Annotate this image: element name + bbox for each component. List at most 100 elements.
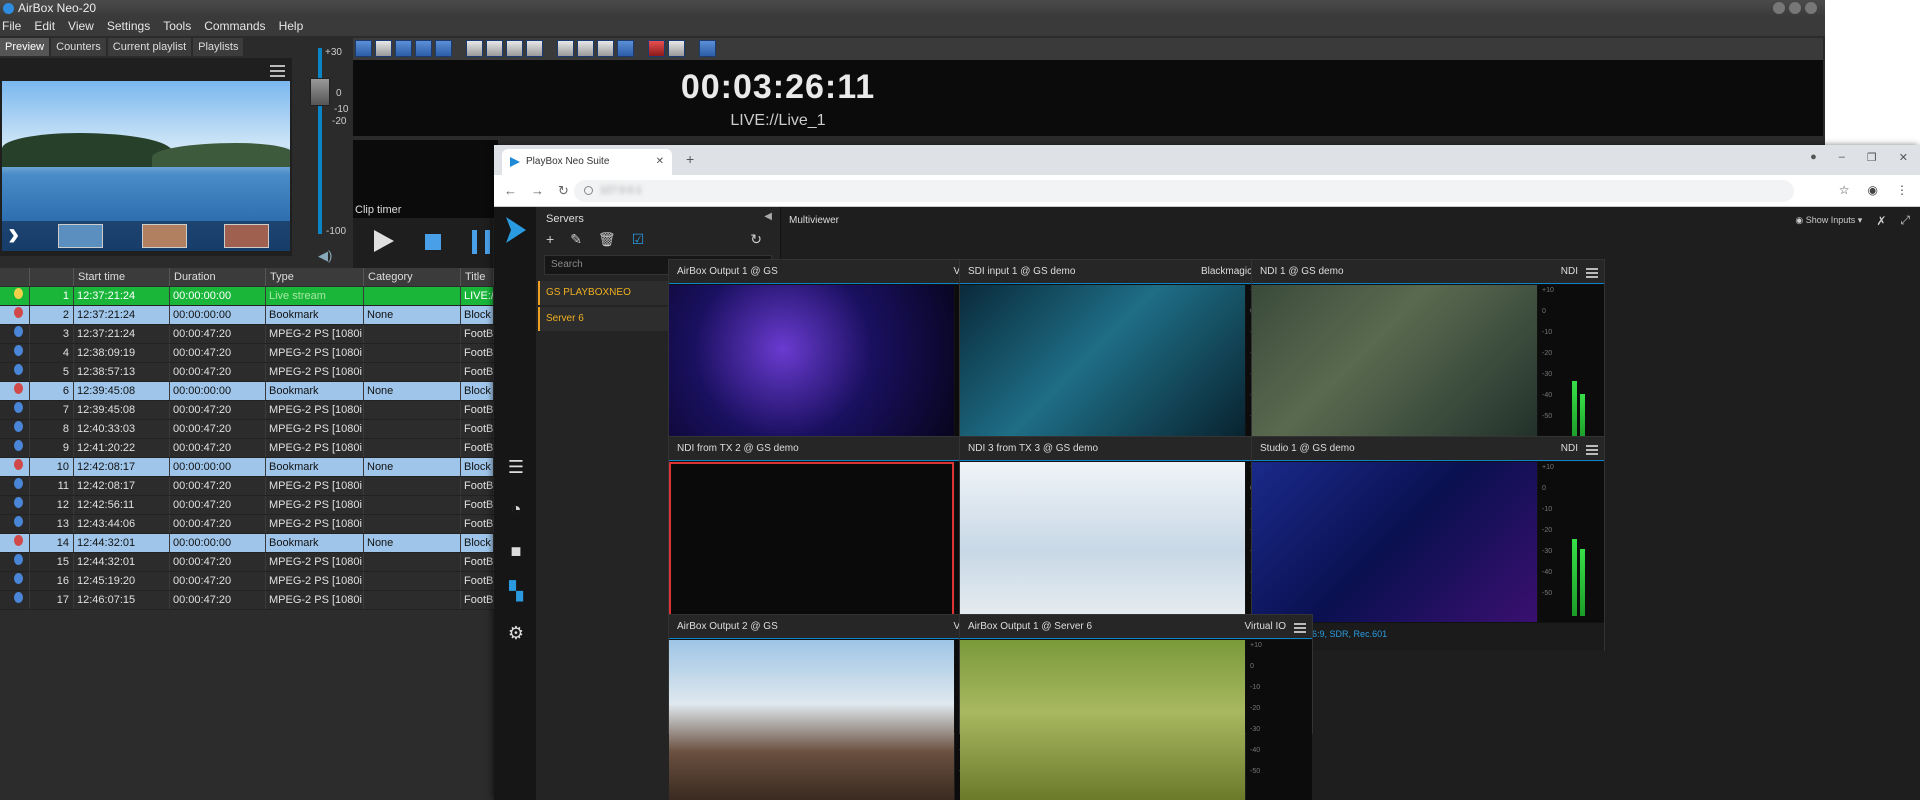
table-row[interactable]: 7 12:39:45:08 00:00:47:20 MPEG-2 PS [1080i F… (0, 401, 494, 420)
page-icon[interactable] (526, 40, 543, 57)
close-icon[interactable]: ✕ (1899, 151, 1908, 164)
add-server-icon[interactable]: + (546, 231, 554, 248)
append-icon[interactable] (577, 40, 594, 57)
settings-gear-icon[interactable]: ⚙ (505, 623, 527, 645)
bookmark-star-icon[interactable]: ☆ (1839, 183, 1850, 197)
tab-playlists[interactable]: Playlists (193, 38, 244, 56)
mute-alerts-icon[interactable]: ✗ (1876, 214, 1886, 228)
table-row[interactable]: 14 12:44:32:01 00:00:00:00 Bookmark None Bloc… (0, 534, 494, 553)
thumbnail[interactable] (58, 224, 103, 248)
fullscreen-icon[interactable]: ⤢ (1900, 213, 1910, 228)
column-header-start-time[interactable]: Start time (74, 268, 170, 286)
column-header[interactable] (0, 268, 30, 286)
forward-icon[interactable]: → (531, 183, 544, 199)
table-row[interactable]: 8 12:40:33:03 00:00:47:20 MPEG-2 PS [1080i F… (0, 420, 494, 439)
table-row[interactable]: 1 12:37:21:24 00:00:00:00 Live stream LIVE:/… (0, 287, 494, 306)
save-as-icon[interactable] (415, 40, 432, 57)
refresh-icon[interactable]: ↻ (750, 231, 762, 248)
open-icon[interactable] (375, 40, 392, 57)
back-icon[interactable]: ← (504, 183, 517, 199)
table-row[interactable]: 3 12:37:21:24 00:00:47:20 MPEG-2 PS [1080i F… (0, 325, 494, 344)
table-row[interactable]: 9 12:41:20:22 00:00:47:20 MPEG-2 PS [1080i F… (0, 439, 494, 458)
delete-server-icon[interactable]: 🗑 (598, 231, 616, 248)
account-icon[interactable]: ● (1810, 151, 1817, 164)
close-tab-icon[interactable]: ✕ (656, 149, 664, 175)
details-view-icon[interactable] (486, 40, 503, 57)
save-icon[interactable] (395, 40, 412, 57)
edit-server-icon[interactable]: ✎ (570, 231, 582, 248)
pause-icon[interactable] (472, 230, 490, 254)
table-row[interactable]: 17 12:46:07:15 00:00:47:20 MPEG-2 PS [1080i… (0, 591, 494, 610)
preview-menu-icon[interactable] (270, 65, 285, 78)
new-icon[interactable] (355, 40, 372, 57)
maximize-icon[interactable] (1789, 2, 1801, 14)
globe-icon[interactable] (617, 40, 634, 57)
tile-menu-icon[interactable] (1586, 445, 1598, 457)
record-icon[interactable] (648, 40, 665, 57)
column-header-duration[interactable]: Duration (170, 268, 266, 286)
table-row[interactable]: 6 12:39:45:08 00:00:00:00 Bookmark None Block (0, 382, 494, 401)
thumbnail[interactable] (224, 224, 269, 248)
table-row[interactable]: 10 12:42:08:17 00:00:00:00 Bookmark None Bloc… (0, 458, 494, 477)
stop-icon[interactable] (425, 234, 441, 250)
new-tab-icon[interactable]: + (686, 151, 694, 167)
address-bar[interactable]: 127.0.0.1 (574, 180, 1794, 202)
list-view-icon[interactable] (466, 40, 483, 57)
thumbnail[interactable] (142, 224, 187, 248)
dashboard-icon[interactable]: ◔ (505, 499, 527, 521)
table-row[interactable]: 2 12:37:21:24 00:00:00:00 Bookmark None Block (0, 306, 494, 325)
disc-icon[interactable] (597, 40, 614, 57)
show-inputs-dropdown[interactable]: ◉ Show Inputs ▾ (1795, 215, 1862, 226)
table-row[interactable]: 11 12:42:08:17 00:00:47:20 MPEG-2 PS [1080i… (0, 477, 494, 496)
menu-settings[interactable]: Settings (107, 17, 150, 36)
menu-icon[interactable]: ☰ (505, 457, 527, 479)
more-menu-icon[interactable]: ⋮ (1896, 183, 1908, 197)
menu-help[interactable]: Help (279, 17, 304, 36)
site-info-icon[interactable] (584, 186, 593, 195)
airbox-title: AirBox Neo-20 (18, 1, 97, 15)
tab-counters[interactable]: Counters (51, 38, 106, 56)
volume-track[interactable] (318, 48, 322, 234)
column-header-category[interactable]: Category (364, 268, 461, 286)
collapse-panel-icon[interactable]: ◀ (764, 211, 772, 222)
profile-icon[interactable]: ◉ (1868, 183, 1878, 197)
grid-view-icon[interactable] (506, 40, 523, 57)
show-inputs-label: Show Inputs (1805, 215, 1856, 225)
insert-icon[interactable] (557, 40, 574, 57)
settings-icon[interactable] (699, 40, 716, 57)
close-icon[interactable] (1805, 2, 1817, 14)
minimize-icon[interactable] (1773, 2, 1785, 14)
menu-file[interactable]: File (2, 17, 21, 36)
table-row[interactable]: 15 12:44:32:01 00:00:47:20 MPEG-2 PS [1080i… (0, 553, 494, 572)
type-cell: MPEG-2 PS [1080i (266, 591, 364, 609)
menu-view[interactable]: View (68, 17, 94, 36)
menu-commands[interactable]: Commands (204, 17, 265, 36)
menu-edit[interactable]: Edit (34, 17, 55, 36)
camera-icon[interactable]: ■ (505, 541, 527, 563)
table-row[interactable]: 16 12:45:19:20 00:00:47:20 MPEG-2 PS [1080i… (0, 572, 494, 591)
table-row[interactable]: 12 12:42:56:11 00:00:47:20 MPEG-2 PS [1080i… (0, 496, 494, 515)
select-all-icon[interactable]: ☑ (632, 231, 645, 248)
column-header[interactable] (30, 268, 74, 286)
minimize-icon[interactable]: – (1839, 151, 1845, 164)
restore-icon[interactable]: ❐ (1867, 151, 1877, 164)
table-row[interactable]: 5 12:38:57:13 00:00:47:20 MPEG-2 PS [1080i F… (0, 363, 494, 382)
play-icon[interactable] (374, 230, 394, 252)
tile-menu-icon[interactable] (1586, 268, 1598, 280)
column-header-title[interactable]: Title (461, 268, 494, 286)
tab-preview[interactable]: Preview (0, 38, 50, 56)
browser-tab[interactable]: PlayBox Neo Suite ✕ (502, 149, 672, 175)
speaker-icon[interactable]: ◀) (318, 248, 332, 264)
reload-icon[interactable]: ↻ (558, 183, 569, 199)
multiviewer-tile[interactable]: AirBox Output 1 @ Server 6 Virtual IO +10 0… (959, 614, 1313, 800)
multiviewer-icon[interactable]: ▚ (505, 581, 527, 603)
volume-slider-handle[interactable] (310, 78, 330, 106)
tile-menu-icon[interactable] (1294, 623, 1306, 635)
menu-tools[interactable]: Tools (163, 17, 191, 36)
table-row[interactable]: 4 12:38:09:19 00:00:47:20 MPEG-2 PS [1080i F… (0, 344, 494, 363)
column-header-type[interactable]: Type (266, 268, 364, 286)
import-icon[interactable] (435, 40, 452, 57)
media-icon[interactable] (668, 40, 685, 57)
table-row[interactable]: 13 12:43:44:06 00:00:47:20 MPEG-2 PS [1080i… (0, 515, 494, 534)
tab-current-playlist[interactable]: Current playlist (107, 38, 192, 56)
